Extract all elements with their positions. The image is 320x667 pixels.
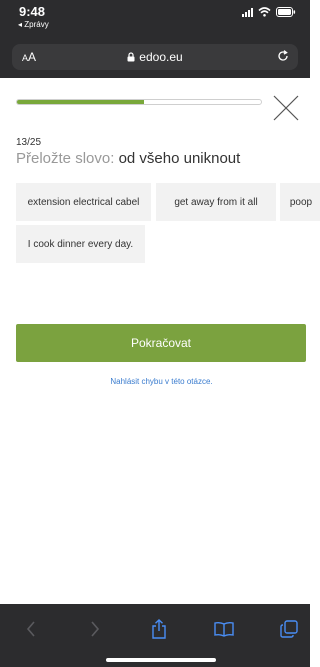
question-prompt: Přeložte slovo: [16,150,115,167]
battery-icon [276,7,296,17]
home-indicator[interactable] [106,658,216,662]
question-word: od všeho uniknout [118,150,241,167]
quiz-progress-bar [16,99,262,105]
lock-icon [127,51,135,65]
browser-top-chrome: 9:48 ◂ Zprávy AA edoo.eu [0,0,310,78]
continue-button[interactable]: Pokračovat [16,324,306,362]
question-counter: 13/25 [16,137,42,148]
answer-option[interactable]: poop [280,183,320,221]
tabs-icon[interactable] [277,618,301,640]
forward-arrow-icon[interactable] [83,618,107,640]
address-bar[interactable]: AA edoo.eu [12,44,298,70]
status-time: 9:48 [19,4,46,19]
quiz-progress-fill [17,100,144,104]
question-text: Přeložte slovo: od všeho uniknout [16,150,240,167]
url-text: edoo.eu [139,50,183,64]
url-display[interactable]: edoo.eu [12,50,298,65]
back-to-app-link[interactable]: ◂ Zprávy [18,20,49,29]
report-error-link[interactable]: Nahlásit chybu v této otázce. [0,377,320,386]
close-icon[interactable] [272,94,300,122]
back-arrow-icon[interactable] [19,618,43,640]
reload-icon[interactable] [276,49,290,68]
answer-option[interactable]: get away from it all [156,183,276,221]
signal-icon [242,7,253,17]
share-icon[interactable] [147,618,171,640]
status-icons [242,7,296,17]
answer-option[interactable]: extension electrical cabel [16,183,151,221]
bookmarks-icon[interactable] [212,618,236,640]
browser-bottom-toolbar [0,604,310,667]
wifi-icon [258,7,271,17]
answer-option[interactable]: I cook dinner every day. [16,225,145,263]
